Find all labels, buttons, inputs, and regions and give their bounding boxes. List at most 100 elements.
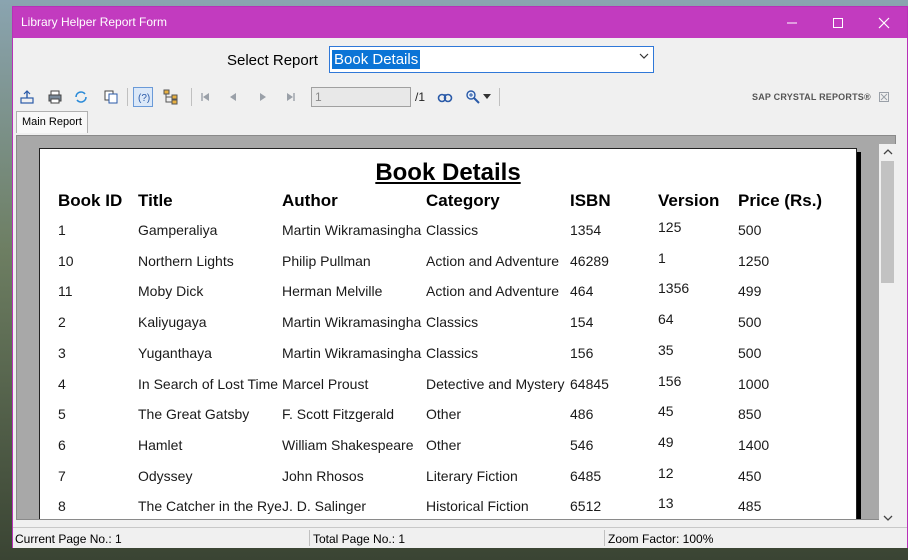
col-version-cell: 13 bbox=[658, 495, 674, 512]
col-price-cell: 500 bbox=[738, 344, 762, 361]
col-title-cell: The Great Gatsby bbox=[138, 406, 250, 423]
toolbar-divider bbox=[499, 88, 500, 106]
col-price-cell: 850 bbox=[738, 406, 762, 423]
previous-page-icon[interactable] bbox=[223, 87, 243, 107]
col-category-header: Category bbox=[426, 191, 500, 210]
col-category-cell: Classics bbox=[426, 222, 479, 238]
title-bar: Library Helper Report Form bbox=[13, 7, 907, 38]
col-isbn-cell: 156 bbox=[570, 344, 594, 361]
export-icon[interactable] bbox=[17, 87, 37, 107]
col-version-cell: 35 bbox=[658, 341, 674, 358]
first-page-icon[interactable] bbox=[195, 87, 215, 107]
col-isbn-cell: 6485 bbox=[570, 467, 602, 484]
next-page-icon[interactable] bbox=[253, 87, 273, 107]
zoom-factor-status: Zoom Factor: 100% bbox=[608, 532, 714, 546]
col-price-cell: 1400 bbox=[738, 436, 770, 453]
col-author-cell: Martin Wikramasingha bbox=[282, 314, 422, 331]
report-tabstrip: Main Report bbox=[13, 110, 907, 134]
report-window: Library Helper Report Form Select Report… bbox=[12, 6, 908, 548]
col-title-header: Title bbox=[138, 191, 173, 210]
scrollbar-thumb[interactable] bbox=[881, 161, 894, 283]
scroll-down-icon[interactable] bbox=[879, 510, 896, 526]
col-book-id-cell: 6 bbox=[58, 436, 66, 453]
report-title: Book Details bbox=[375, 159, 521, 186]
sap-crystal-reports-logo: SAP CRYSTAL REPORTS® bbox=[752, 92, 871, 102]
col-version-cell: 125 bbox=[658, 219, 682, 235]
status-bar: Current Page No.: 1 Total Page No.: 1 Zo… bbox=[13, 527, 907, 548]
col-author-cell: J. D. Salinger bbox=[282, 498, 367, 515]
col-version-cell: 1 bbox=[658, 249, 666, 266]
col-book-id-cell: 7 bbox=[58, 467, 66, 484]
col-category-cell: Literary Fiction bbox=[426, 467, 518, 484]
toolbar-divider bbox=[127, 88, 128, 106]
close-viewer-icon[interactable] bbox=[877, 87, 891, 107]
col-isbn-cell: 464 bbox=[570, 283, 594, 300]
find-icon[interactable] bbox=[435, 87, 455, 107]
col-author-header: Author bbox=[282, 191, 338, 210]
col-title-cell: Moby Dick bbox=[138, 283, 204, 300]
scroll-up-icon[interactable] bbox=[879, 144, 896, 160]
col-isbn-cell: 154 bbox=[570, 314, 594, 331]
col-book-id-cell: 5 bbox=[58, 406, 66, 423]
col-book-id-cell: 8 bbox=[58, 498, 66, 515]
zoom-dropdown-icon[interactable] bbox=[481, 87, 493, 107]
col-category-cell: Action and Adventure bbox=[426, 252, 560, 269]
col-title-cell: The Catcher in the Rye bbox=[138, 498, 282, 515]
help-icon[interactable]: (?) bbox=[133, 87, 153, 107]
col-version-cell: 64 bbox=[658, 311, 674, 328]
group-tree-icon[interactable] bbox=[161, 87, 181, 107]
col-category-cell: Action and Adventure bbox=[426, 283, 560, 300]
toolbar-divider bbox=[191, 88, 192, 106]
col-price-cell: 500 bbox=[738, 222, 762, 238]
col-isbn-cell: 64845 bbox=[570, 375, 609, 392]
chevron-down-icon bbox=[639, 50, 649, 65]
col-category-cell: Classics bbox=[426, 344, 479, 361]
report-selector-row: Select Report Book Details bbox=[13, 38, 907, 82]
col-price-header: Price (Rs.) bbox=[738, 191, 823, 210]
col-book-id-cell: 10 bbox=[58, 252, 74, 269]
col-price-cell: 485 bbox=[738, 498, 762, 515]
report-select[interactable]: Book Details bbox=[329, 46, 654, 73]
col-version-header: Version bbox=[658, 191, 720, 210]
col-title-cell: Yuganthaya bbox=[138, 344, 212, 361]
vertical-scrollbar[interactable] bbox=[879, 144, 896, 527]
col-author-cell: Marcel Proust bbox=[282, 375, 369, 392]
page-number-input[interactable]: 1 bbox=[311, 87, 411, 107]
col-price-cell: 500 bbox=[738, 314, 762, 331]
status-divider bbox=[604, 530, 605, 546]
report-page: Book Details Book ID Title Author Category I… bbox=[39, 148, 857, 519]
col-book-id-cell: 11 bbox=[58, 283, 73, 300]
col-title-cell: Hamlet bbox=[138, 436, 183, 453]
col-isbn-header: ISBN bbox=[570, 191, 611, 210]
col-author-cell: William Shakespeare bbox=[282, 436, 414, 453]
col-book-id-cell: 4 bbox=[58, 375, 66, 392]
col-version-cell: 1356 bbox=[658, 280, 690, 297]
col-author-cell: Philip Pullman bbox=[282, 252, 371, 269]
col-price-cell: 1000 bbox=[738, 375, 770, 392]
col-isbn-cell: 1354 bbox=[570, 222, 602, 238]
col-title-cell: Odyssey bbox=[138, 467, 193, 484]
col-version-cell: 12 bbox=[658, 464, 674, 481]
col-isbn-cell: 6512 bbox=[570, 498, 602, 515]
page-total: /1 bbox=[415, 90, 426, 104]
col-book-id-cell: 1 bbox=[58, 222, 66, 238]
col-category-cell: Detective and Mystery bbox=[426, 375, 565, 392]
refresh-icon[interactable] bbox=[71, 87, 91, 107]
col-title-cell: Gamperaliya bbox=[138, 222, 218, 238]
last-page-icon[interactable] bbox=[281, 87, 301, 107]
close-button[interactable] bbox=[861, 7, 907, 38]
print-icon[interactable] bbox=[45, 87, 65, 107]
col-author-cell: John Rhosos bbox=[282, 467, 364, 484]
col-version-cell: 49 bbox=[658, 433, 674, 450]
col-price-cell: 1250 bbox=[738, 252, 770, 269]
col-book-id-header: Book ID bbox=[58, 191, 123, 210]
minimize-button[interactable] bbox=[769, 7, 815, 38]
col-category-cell: Other bbox=[426, 406, 462, 423]
col-isbn-cell: 486 bbox=[570, 406, 594, 423]
tab-main-report[interactable]: Main Report bbox=[16, 111, 88, 133]
col-version-cell: 45 bbox=[658, 403, 674, 420]
zoom-icon[interactable] bbox=[463, 87, 483, 107]
report-viewer: Book Details Book ID Title Author Category I… bbox=[16, 135, 896, 520]
maximize-button[interactable] bbox=[815, 7, 861, 38]
copy-icon[interactable] bbox=[101, 87, 121, 107]
